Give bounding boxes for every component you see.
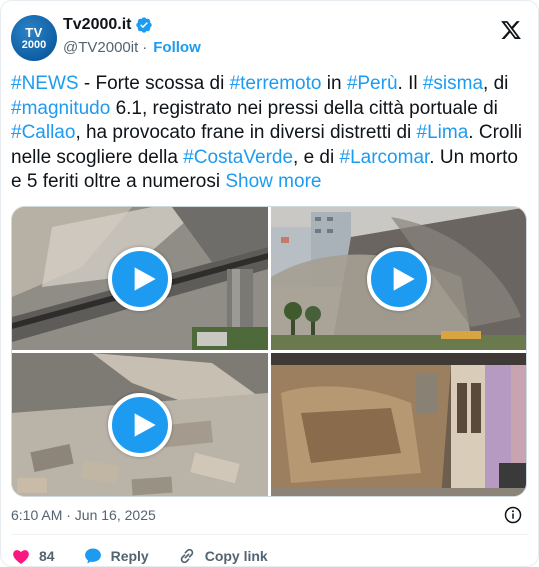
show-more-link[interactable]: Show more (225, 171, 321, 192)
info-icon[interactable] (504, 506, 522, 524)
like-button[interactable]: 84 (11, 546, 55, 566)
timestamp[interactable]: 6:10 AM · Jun 16, 2025 (11, 507, 156, 523)
copy-link-button[interactable]: Copy link (177, 546, 268, 566)
handle[interactable]: @TV2000it (63, 39, 138, 56)
hashtag-link[interactable]: #terremoto (230, 73, 322, 94)
hashtag-link[interactable]: #Larcomar (340, 147, 430, 168)
avatar-text-year: 2000 (21, 38, 47, 51)
play-icon (134, 413, 156, 437)
hashtag-link[interactable]: #magnitudo (11, 98, 110, 119)
avatar[interactable]: TV 2000 (11, 15, 57, 61)
reply-bubble-icon (84, 548, 101, 564)
media-image-4[interactable] (271, 353, 526, 496)
play-button-3[interactable] (108, 393, 172, 457)
play-button-2[interactable] (367, 247, 431, 311)
tweet-text-segment: 6.1, registrato nei pressi della città p… (110, 97, 498, 119)
tweet-text-segment: , di (483, 73, 509, 94)
play-button-1[interactable] (108, 247, 172, 311)
verified-badge-icon (136, 17, 153, 33)
follow-button[interactable]: Follow (153, 39, 201, 56)
link-icon (180, 548, 193, 564)
copy-link-label: Copy link (204, 548, 268, 564)
tweet-text-segment: in (321, 73, 347, 94)
reply-button[interactable]: Reply (83, 546, 149, 566)
account-names: Tv2000.it @TV2000it · Follow (63, 16, 201, 56)
play-icon (393, 267, 415, 291)
action-bar: 84 Reply Copy link (11, 544, 296, 567)
media-grid (11, 206, 527, 497)
hashtag-link[interactable]: #Lima (417, 122, 469, 143)
hashtag-link[interactable]: #Callao (11, 122, 75, 143)
hashtag-link[interactable]: #Perù (347, 73, 398, 94)
media-video-2[interactable] (271, 207, 526, 350)
x-logo-icon[interactable] (500, 19, 522, 41)
like-count: 84 (39, 548, 55, 564)
tweet-text: #NEWS - Forte scossa di #terremoto in #P… (11, 72, 531, 195)
display-name-row[interactable]: Tv2000.it (63, 16, 201, 34)
media-video-1[interactable] (12, 207, 268, 350)
tweet-text-segment: - Forte scossa di (78, 73, 230, 94)
avatar-text-tv: TV (25, 24, 43, 40)
tweet-card: TV 2000 Tv2000.it @TV2000it · Follow #NE… (0, 0, 539, 567)
divider (11, 534, 528, 535)
media-video-3[interactable] (12, 353, 268, 496)
display-name[interactable]: Tv2000.it (63, 16, 131, 34)
hashtag-link[interactable]: #CostaVerde (183, 147, 293, 168)
hashtag-link[interactable]: #sisma (423, 73, 483, 94)
reply-label: Reply (110, 548, 149, 564)
play-icon (134, 267, 156, 291)
handle-row: @TV2000it · Follow (63, 39, 201, 56)
heart-icon (13, 550, 29, 564)
tweet-header: TV 2000 Tv2000.it @TV2000it · Follow (11, 13, 528, 63)
hashtag-link[interactable]: #NEWS (11, 73, 79, 94)
tweet-text-segment: . Il (397, 73, 423, 94)
separator: · (142, 39, 148, 56)
image-thumbnail-4 (271, 353, 526, 496)
tweet-text-segment: , ha provocato frane in diversi distrett… (75, 122, 417, 143)
tweet-text-segment: , e di (293, 146, 340, 168)
